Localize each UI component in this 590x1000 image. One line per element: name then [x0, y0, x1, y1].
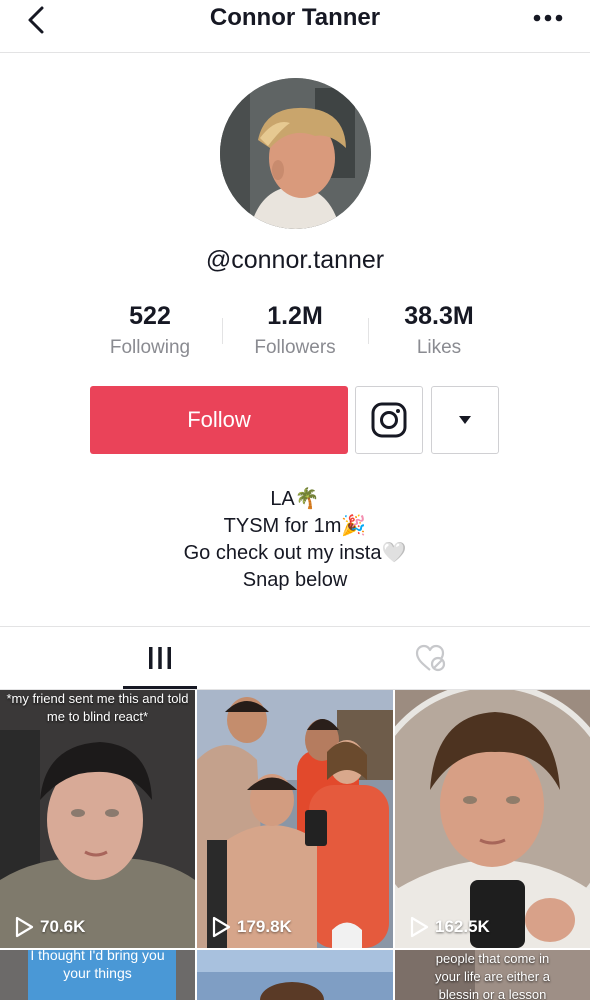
video-view-count: 70.6K — [14, 916, 85, 938]
view-count-text: 162.5K — [435, 917, 490, 936]
video-thumbnail[interactable]: 162.5K — [395, 690, 590, 948]
video-thumbnail-image — [197, 950, 393, 1000]
profile-tabs — [0, 626, 590, 690]
video-thumbnail-image — [0, 690, 195, 948]
avatar-image — [220, 78, 371, 229]
page-title: Connor Tanner — [209, 4, 381, 31]
bio-line: Go check out my insta🤍 — [183, 542, 407, 564]
video-thumbnail-image — [395, 690, 590, 948]
profile-username: @connor.tanner — [205, 246, 385, 274]
follow-button[interactable]: Follow — [90, 386, 348, 454]
play-icon — [212, 916, 231, 938]
video-thumbnail[interactable]: people that come in your life are either… — [395, 950, 590, 1000]
video-thumbnail[interactable]: I thought I'd bring you your things — [0, 950, 195, 1000]
active-tab-indicator — [123, 686, 197, 689]
video-caption: I thought I'd bring you your things — [30, 950, 165, 981]
more-horizontal-icon — [533, 14, 563, 22]
stat-following[interactable]: 522 Following — [75, 302, 225, 359]
video-caption: people that come in your life are either… — [435, 951, 550, 1000]
bio-line: LA🌴 — [270, 488, 320, 510]
top-nav-bar: Connor Tanner — [0, 0, 590, 53]
tab-videos[interactable] — [12, 627, 307, 689]
view-count-text: 179.8K — [237, 917, 292, 936]
video-grid: *my friend sent me this and told me to b… — [0, 690, 590, 1000]
following-label: Following — [109, 337, 191, 358]
caret-down-icon — [459, 416, 471, 424]
instagram-button[interactable] — [355, 386, 423, 454]
video-view-count: 162.5K — [409, 916, 490, 938]
video-caption: *my friend sent me this and told me to b… — [6, 691, 189, 724]
video-thumbnail[interactable]: *my friend sent me this and told me to b… — [0, 690, 195, 948]
view-count-text: 70.6K — [40, 917, 86, 936]
bio-line: TYSM for 1m🎉 — [223, 515, 367, 537]
likes-label: Likes — [416, 337, 462, 358]
grid-icon — [148, 647, 171, 669]
profile-bio: LA🌴 TYSM for 1m🎉 Go check out my insta🤍 … — [0, 486, 590, 594]
liked-hidden-icon — [415, 644, 445, 672]
play-icon — [410, 916, 429, 938]
instagram-icon — [371, 402, 407, 438]
tab-liked[interactable] — [283, 627, 578, 689]
bio-line: Snap below — [242, 569, 348, 591]
following-count: 522 — [129, 302, 171, 330]
stat-likes[interactable]: 38.3M Likes — [364, 302, 514, 359]
video-thumbnail[interactable]: 179.8K — [197, 690, 393, 948]
play-icon — [15, 916, 34, 938]
video-thumbnail[interactable] — [197, 950, 393, 1000]
followers-label: Followers — [254, 337, 336, 358]
avatar[interactable] — [220, 78, 371, 229]
more-options-button[interactable] — [528, 6, 568, 30]
video-thumbnail-image — [197, 690, 393, 948]
suggested-accounts-button[interactable] — [431, 386, 499, 454]
stat-followers[interactable]: 1.2M Followers — [220, 302, 370, 359]
likes-count: 38.3M — [404, 302, 474, 330]
followers-count: 1.2M — [267, 302, 323, 330]
video-view-count: 179.8K — [211, 916, 292, 938]
